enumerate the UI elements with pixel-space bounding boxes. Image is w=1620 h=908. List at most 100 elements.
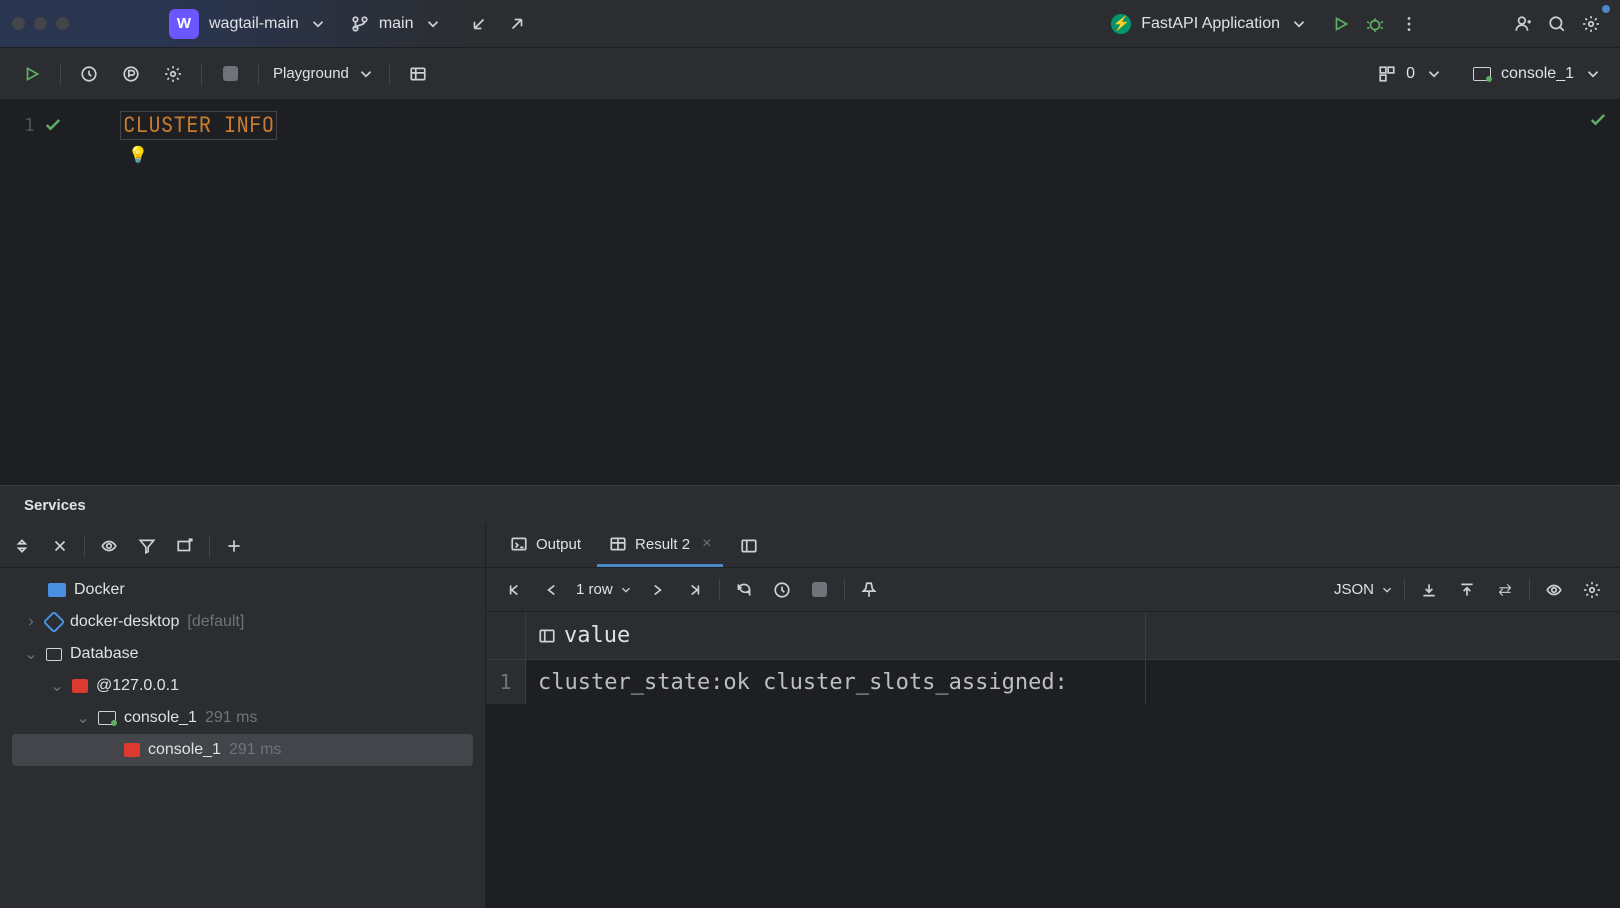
terminal-icon: [510, 535, 528, 553]
more-button[interactable]: [1392, 7, 1426, 41]
tree-label: console_1: [124, 709, 197, 727]
code-content[interactable]: CLUSTER INFO 💡: [120, 100, 277, 485]
tab-result[interactable]: Result 2 ×: [597, 524, 723, 567]
compare-button[interactable]: [1491, 576, 1519, 604]
docker-icon: [48, 583, 66, 597]
pin-icon: [860, 581, 878, 599]
fastapi-icon: ⚡: [1111, 14, 1131, 34]
services-panel: Docker › docker-desktop [default] ⌄ Data…: [0, 524, 1620, 908]
chevron-down-icon: [424, 15, 442, 33]
new-window-button[interactable]: [171, 532, 199, 560]
column-header[interactable]: value: [526, 612, 1146, 659]
gear-icon: [1582, 15, 1600, 33]
tree-label: console_1: [148, 741, 221, 759]
history-button[interactable]: [75, 60, 103, 88]
debug-button[interactable]: [1358, 7, 1392, 41]
stop-icon: [223, 66, 238, 81]
editor[interactable]: 1 CLUSTER INFO 💡: [0, 100, 1620, 486]
services-tree: Docker › docker-desktop [default] ⌄ Data…: [0, 568, 485, 766]
settings-button[interactable]: [1578, 576, 1606, 604]
last-icon: [686, 581, 704, 599]
redis-icon: [124, 743, 140, 757]
check-icon: [1588, 110, 1608, 130]
bulb-icon[interactable]: 💡: [128, 144, 277, 165]
run-button[interactable]: [1324, 7, 1358, 41]
layout-icon: [740, 537, 758, 555]
result-pane: Output Result 2 × 1 row: [486, 524, 1620, 908]
upload-icon: [1458, 581, 1476, 599]
divider: [84, 535, 85, 557]
close-icon[interactable]: ×: [702, 535, 711, 553]
execute-button[interactable]: [18, 60, 46, 88]
pin-button[interactable]: [855, 576, 883, 604]
grid-row[interactable]: 1 cluster_state:ok cluster_slots_assigne…: [486, 660, 1620, 704]
next-page-button[interactable]: [643, 576, 671, 604]
panel-title: Services: [0, 486, 1620, 524]
prev-page-button[interactable]: [538, 576, 566, 604]
refresh-button[interactable]: [730, 576, 758, 604]
stop-button[interactable]: [216, 60, 244, 88]
tree-node-db-host[interactable]: ⌄ @127.0.0.1: [12, 670, 473, 702]
chevron-down-icon: [357, 65, 375, 83]
settings-button[interactable]: [159, 60, 187, 88]
redis-icon: [72, 679, 88, 693]
upload-button[interactable]: [1453, 576, 1481, 604]
refresh-icon: [735, 581, 753, 599]
divider: [719, 579, 720, 601]
push-button[interactable]: [500, 7, 534, 41]
cell-value[interactable]: cluster_state:ok cluster_slots_assigned:: [526, 660, 1146, 704]
add-button[interactable]: [220, 532, 248, 560]
result-toolbar: 1 row JSON: [486, 568, 1620, 612]
settings-button[interactable]: [1574, 7, 1608, 41]
layout-toggle[interactable]: [735, 532, 763, 560]
branch-selector[interactable]: main: [351, 15, 442, 33]
row-header-corner: [486, 612, 526, 659]
stop-button[interactable]: [806, 576, 834, 604]
window-icon: [176, 537, 194, 555]
tree-node-console-leaf[interactable]: console_1 291 ms: [12, 734, 473, 766]
expand-button[interactable]: [8, 532, 36, 560]
view-button[interactable]: [95, 532, 123, 560]
console-name: console_1: [1501, 65, 1574, 83]
tree-node-database[interactable]: ⌄ Database: [12, 638, 473, 670]
pull-button[interactable]: [462, 7, 496, 41]
layout-button[interactable]: [404, 60, 432, 88]
search-button[interactable]: [1540, 7, 1574, 41]
play-icon: [23, 65, 41, 83]
tree-node-docker[interactable]: Docker: [12, 574, 473, 606]
tree-node-console[interactable]: ⌄ console_1 291 ms: [12, 702, 473, 734]
inspection-status[interactable]: [1588, 110, 1608, 133]
tab-label: Output: [536, 536, 581, 553]
close-dot[interactable]: [12, 17, 25, 30]
divider: [209, 535, 210, 557]
playground-selector[interactable]: Playground: [273, 65, 375, 83]
plan-button[interactable]: [117, 60, 145, 88]
history-button[interactable]: [768, 576, 796, 604]
tab-output[interactable]: Output: [498, 524, 593, 567]
minimize-dot[interactable]: [34, 17, 47, 30]
sessions-count[interactable]: 0: [1378, 65, 1443, 83]
run-config-selector[interactable]: ⚡ FastAPI Application: [1111, 14, 1308, 34]
stop-icon: [812, 582, 827, 597]
next-icon: [648, 581, 666, 599]
bug-icon: [1366, 15, 1384, 33]
row-count-selector[interactable]: 1 row: [576, 581, 633, 598]
project-selector[interactable]: wagtail-main: [209, 15, 327, 33]
chevron-down-icon: ⌄: [24, 644, 38, 664]
last-page-button[interactable]: [681, 576, 709, 604]
column-name: value: [564, 623, 630, 648]
k8s-icon: [43, 611, 66, 634]
collab-button[interactable]: [1506, 7, 1540, 41]
tree-node-docker-desktop[interactable]: › docker-desktop [default]: [12, 606, 473, 638]
format-selector[interactable]: JSON: [1334, 581, 1394, 598]
filter-button[interactable]: [133, 532, 161, 560]
arrow-up-right-icon: [508, 15, 526, 33]
first-page-button[interactable]: [500, 576, 528, 604]
console-selector[interactable]: console_1: [1473, 65, 1602, 83]
maximize-dot[interactable]: [56, 17, 69, 30]
collapse-button[interactable]: [46, 532, 74, 560]
view-button[interactable]: [1540, 576, 1568, 604]
first-icon: [505, 581, 523, 599]
collapse-icon: [51, 537, 69, 555]
download-button[interactable]: [1415, 576, 1443, 604]
